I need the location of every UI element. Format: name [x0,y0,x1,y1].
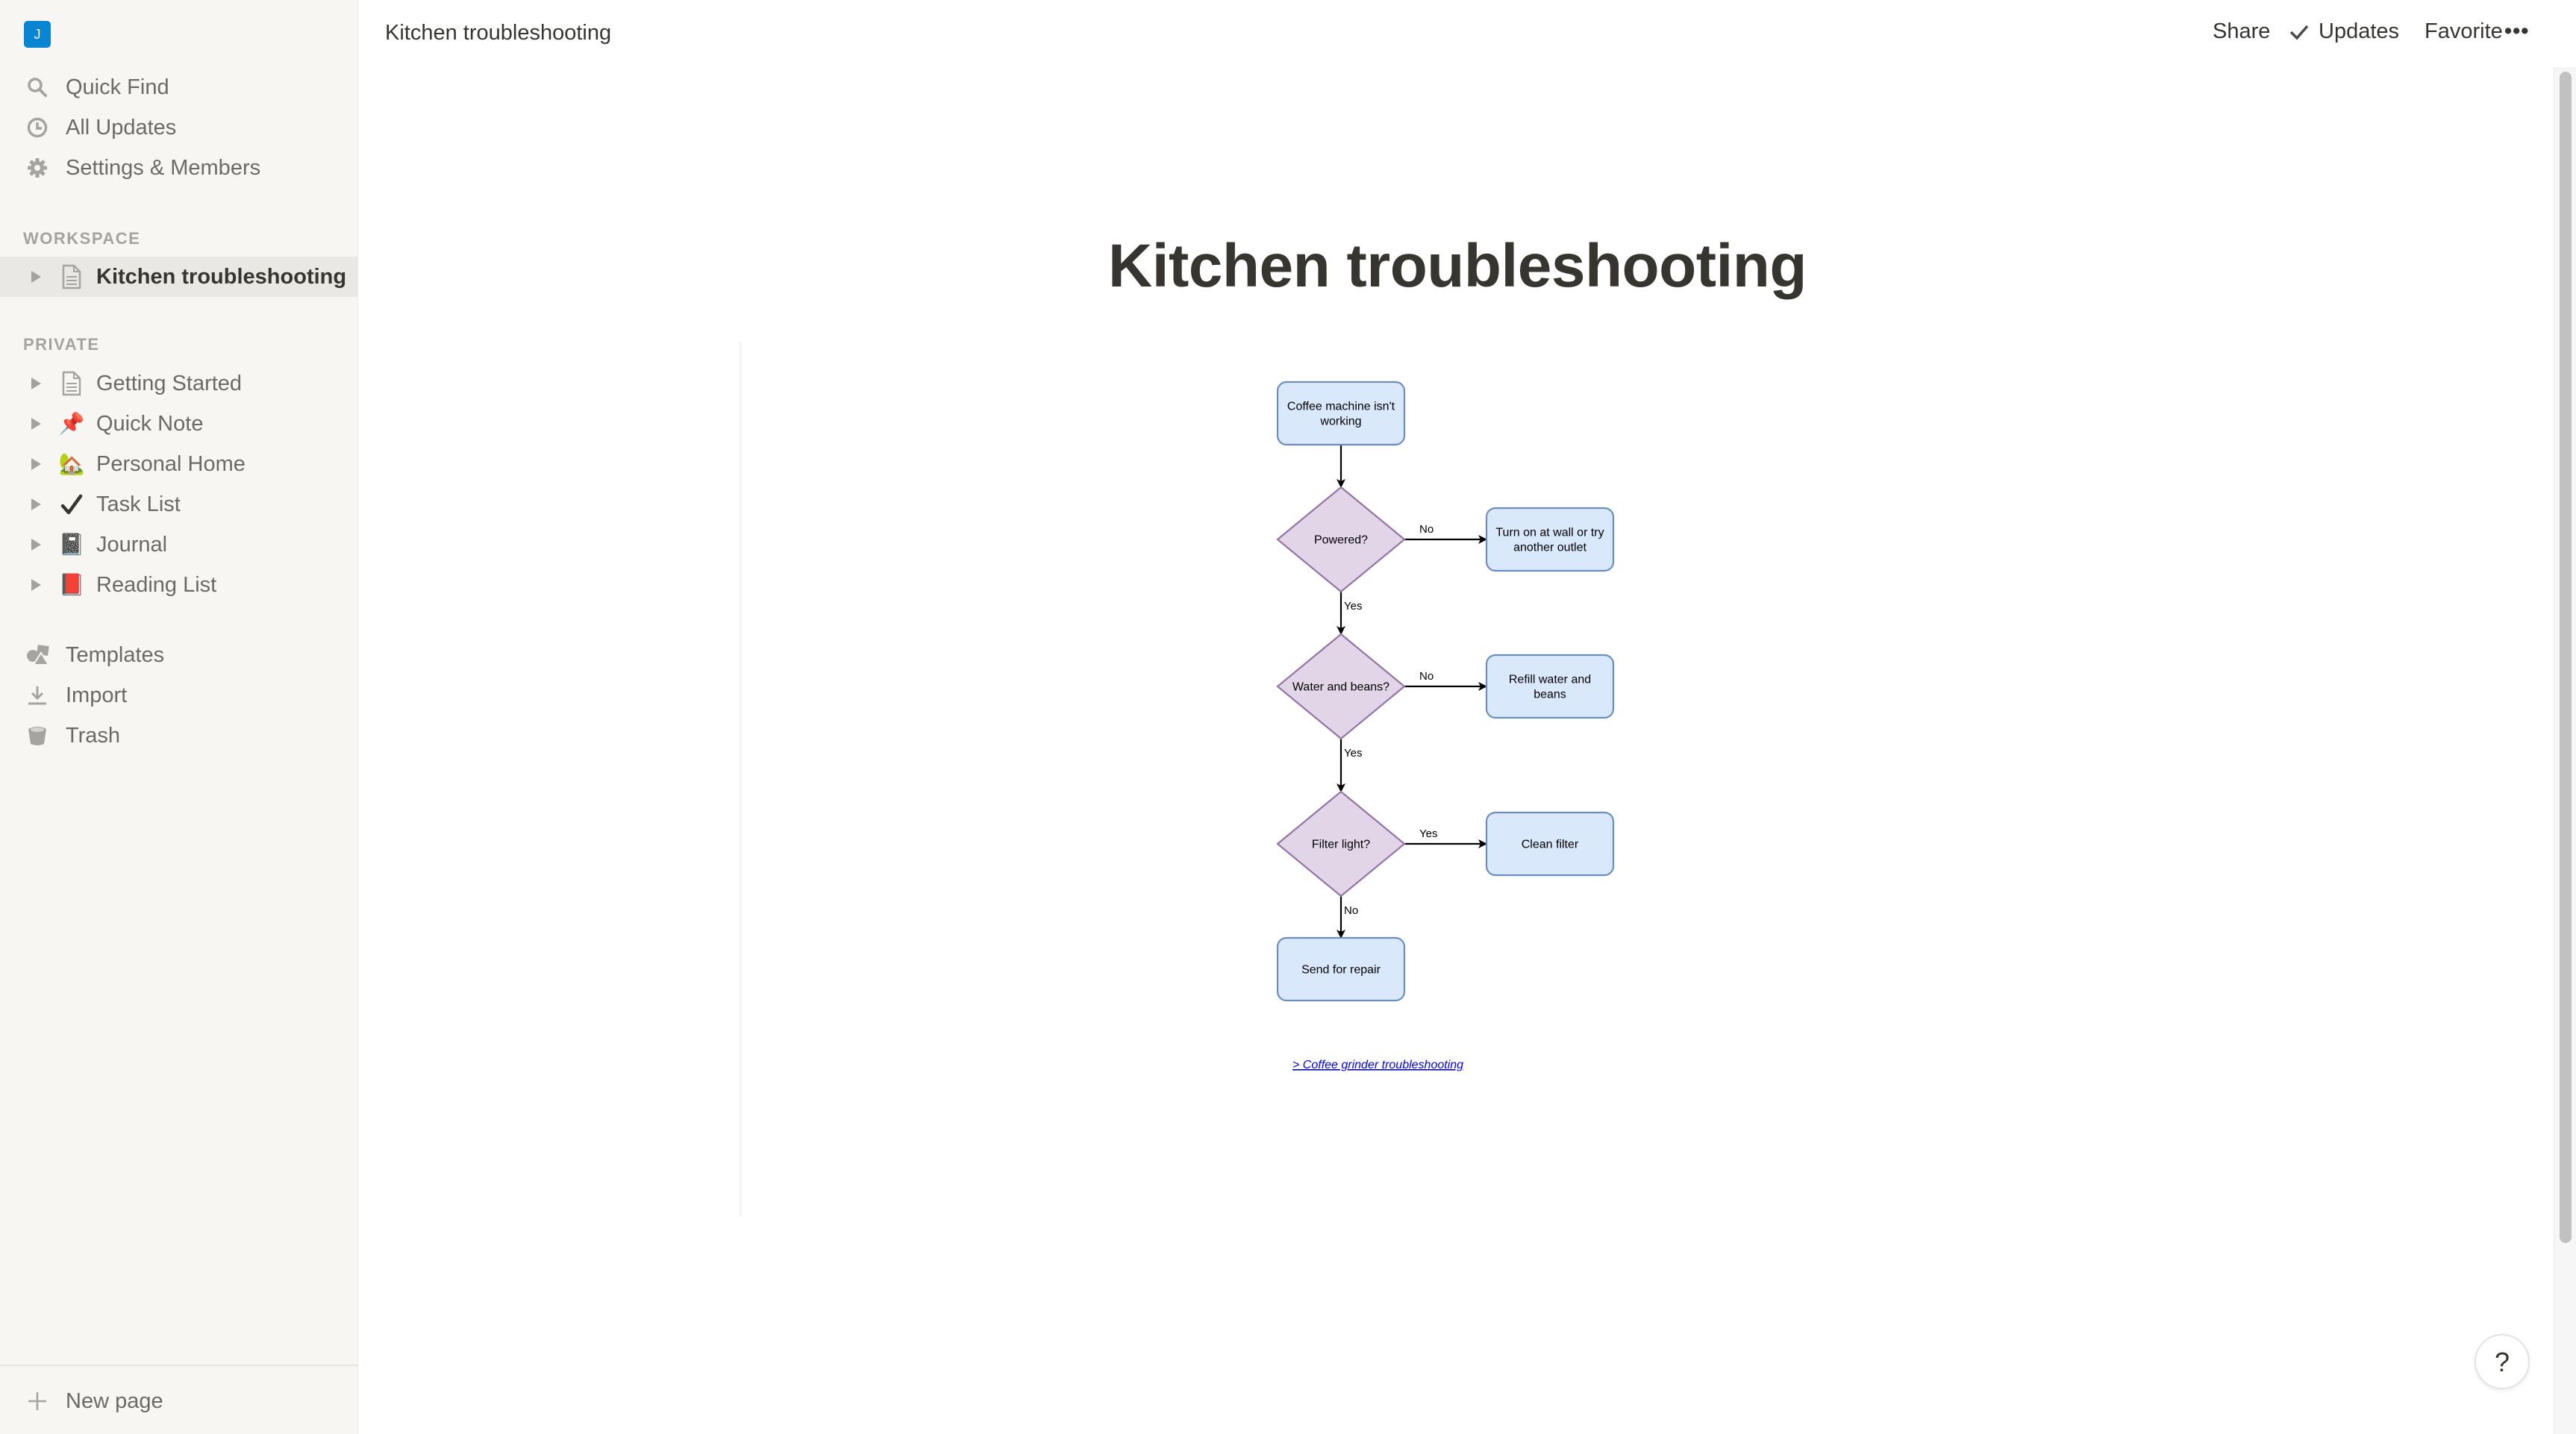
flowchart-edge-water-filter: Yes [1337,739,1362,792]
process-box [1276,381,1406,446]
node-label: Coffee machine isn't [1287,401,1395,413]
flowchart-edge-filter-repair: No [1337,896,1358,939]
node-label: working [1319,416,1361,428]
edge-label: Yes [1419,827,1437,840]
node-label: Water and beans? [1292,681,1389,694]
help-button[interactable]: ? [2475,1334,2530,1389]
edge-label: Yes [1344,747,1362,760]
flowchart-node-start: Coffee machine isn't working [1276,381,1406,446]
flowchart-node-water: Water and beans? [1276,633,1406,740]
flowchart-node-powered: Powered? [1276,486,1406,593]
node-label: Filter light? [1312,839,1370,851]
flowchart-node-repair: Send for repair [1276,936,1406,1002]
process-box [1485,507,1615,572]
edge-label: Yes [1344,600,1362,613]
scrollbar-thumb[interactable] [2560,72,2572,1243]
flowchart-edge-powered-water: Yes [1337,592,1362,635]
node-label: Turn on at wall or try [1495,527,1604,539]
coffee-grinder-link-text[interactable]: > Coffee grinder troubleshooting [1292,1059,1463,1071]
flowchart-node-refill: Refill water and beans [1485,654,1615,719]
node-label: Clean filter [1522,839,1579,851]
process-box [1485,654,1615,719]
edge-label: No [1344,904,1358,917]
node-label: Send for repair [1301,964,1381,977]
node-label: Powered? [1314,534,1368,547]
node-label: beans [1534,689,1566,701]
coffee-grinder-link[interactable]: > Coffee grinder troubleshooting [1292,1059,1463,1071]
flowchart-edge-filter-clean: Yes [1404,827,1487,848]
flowchart-node-clean: Clean filter [1485,811,1615,877]
flowchart-node-outlet: Turn on at wall or try another outlet [1485,507,1615,572]
node-label: Refill water and [1509,674,1591,686]
flowchart-edge-water-refill: No [1404,670,1487,691]
flowchart-node-filter: Filter light? [1276,790,1406,898]
edge-label: No [1419,523,1434,536]
edge-label: No [1419,670,1434,683]
flowchart-edge-powered-outlet: No [1404,523,1487,544]
flowchart-diagram: No Yes No Yes Yes No Coffee machine isn't work… [1276,381,1615,1071]
node-label: another outlet [1513,542,1586,554]
